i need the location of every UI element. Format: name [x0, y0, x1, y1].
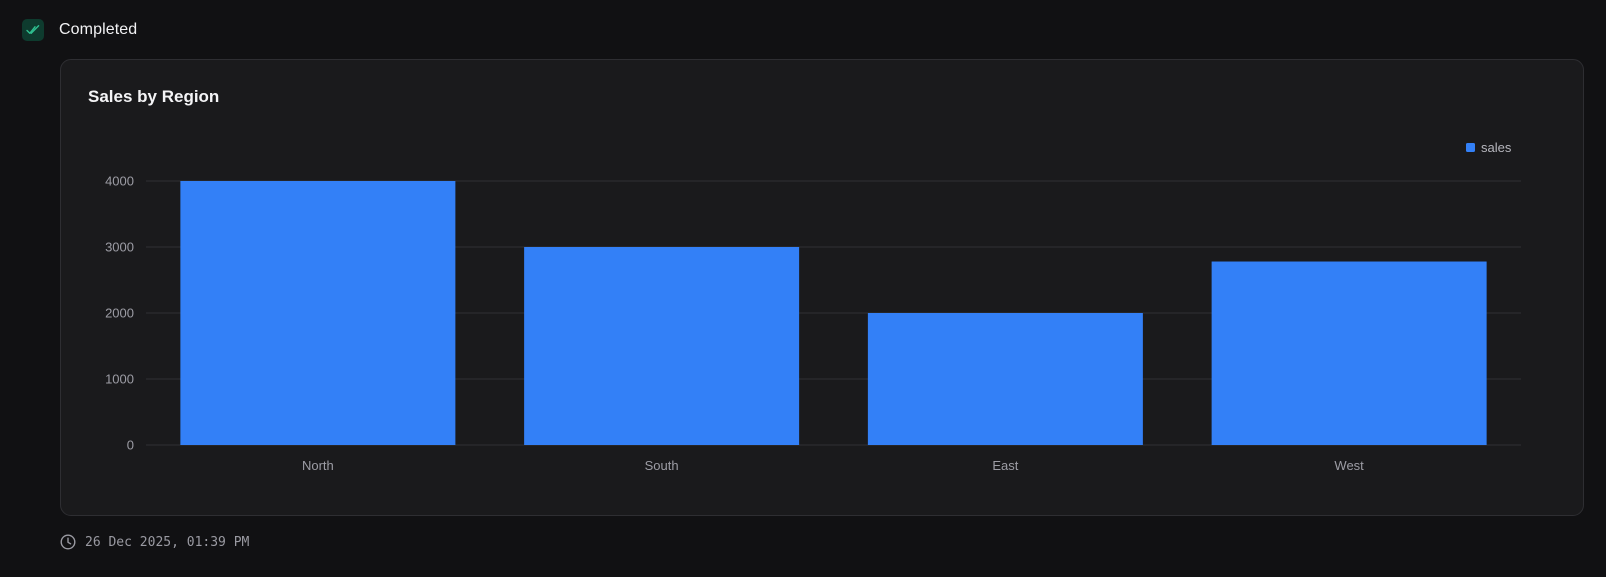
legend-label: sales [1481, 140, 1512, 155]
status-row: Completed [22, 19, 137, 41]
timestamp: 26 Dec 2025, 01:39 PM [85, 534, 250, 550]
y-tick-label: 3000 [105, 240, 134, 255]
double-check-icon [22, 19, 44, 41]
y-tick-label: 0 [127, 438, 134, 453]
bar-north [180, 181, 456, 445]
timestamp-row: 26 Dec 2025, 01:39 PM [60, 533, 249, 551]
y-tick-label: 4000 [105, 174, 134, 189]
bar-west [1211, 261, 1487, 445]
x-tick-label: South [645, 458, 679, 473]
x-tick-label: North [302, 458, 334, 473]
x-tick-label: West [1334, 458, 1364, 473]
legend-swatch [1466, 143, 1475, 152]
chart-card: Sales by Region 0 1000 2000 3000 4000 North So… [60, 59, 1584, 516]
x-tick-label: East [992, 458, 1018, 473]
clock-icon [60, 534, 76, 550]
y-tick-label: 2000 [105, 306, 134, 321]
y-tick-label: 1000 [105, 372, 134, 387]
bar-east [867, 313, 1143, 445]
bar-chart: 0 1000 2000 3000 4000 North South East West sales [105, 140, 1521, 473]
bar-south [524, 247, 800, 445]
status-label: Completed [59, 21, 138, 38]
